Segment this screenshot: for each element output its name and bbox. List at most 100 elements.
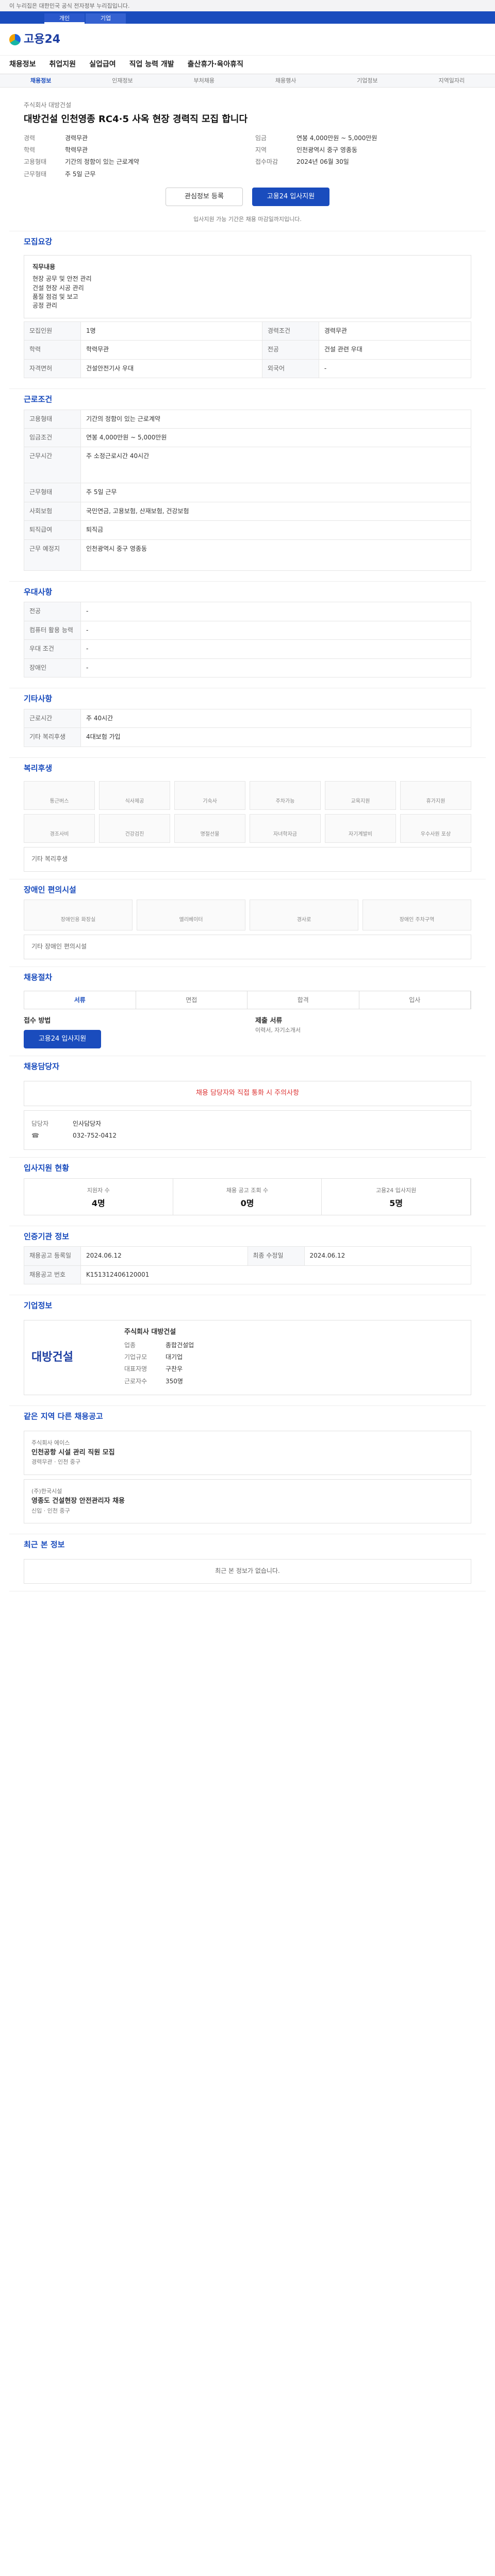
apply-button[interactable]: 고용24 입사지원 xyxy=(252,188,329,207)
site-logo[interactable]: 고용24 xyxy=(24,31,60,48)
table-row: 임금조건 연봉 4,000만원 ~ 5,000만원 xyxy=(24,428,471,448)
other-table: 근로시간 주 40시간 기타 복리후생 4대보험 가입 xyxy=(24,708,471,747)
info-table: 채용공고 등록일 2024.06.12 최종 수정일 2024.06.12 채용공고 … xyxy=(24,1246,471,1285)
similar-company: (주)한국시설 xyxy=(31,1488,62,1495)
value: 인천광역시 중구 영종동 xyxy=(296,146,358,154)
cell: 임금조건 xyxy=(24,428,81,448)
subnav-events[interactable]: 채용행사 xyxy=(275,77,296,85)
recent-section: 최근 본 정보 최근 본 정보가 없습니다. xyxy=(9,1534,486,1591)
doc-list: 이력서, 자기소개서 xyxy=(255,1027,301,1034)
table-row: 컴퓨터 활용 능력 - xyxy=(24,620,471,640)
contact-phone[interactable]: 032-752-0412 xyxy=(73,1131,117,1140)
stat-label: 고용24 입사지원 xyxy=(376,1187,417,1194)
phone-icon: ☎ xyxy=(31,1132,39,1140)
gnb-jobs[interactable]: 채용정보 xyxy=(9,59,36,70)
value: 연봉 4,000만원 ~ 5,000만원 xyxy=(296,134,377,142)
scrap-button[interactable]: 관심정보 등록 xyxy=(166,188,243,207)
table-row: 사회보험 국민연금, 고용보험, 산재보험, 건강보험 xyxy=(24,501,471,521)
cell: 장애인 xyxy=(24,658,81,677)
gnb-unemployment[interactable]: 실업급여 xyxy=(89,59,116,70)
tab-company[interactable]: 기업 xyxy=(86,13,126,24)
section-title: 입사지원 현황 xyxy=(24,1163,70,1173)
label: 직무내용 xyxy=(32,263,56,270)
table-row: 모집인원 1명 경력조건 경력무관 xyxy=(24,321,472,341)
list-item: 공정 관리 xyxy=(32,302,57,310)
subnav-region[interactable]: 지역일자리 xyxy=(438,77,465,85)
similar-job[interactable]: (주)한국시설 영종도 건설현장 안전관리자 채용 신입 · 인천 중구 xyxy=(24,1479,471,1524)
stat-item: 고용24 입사지원 5명 xyxy=(322,1178,471,1215)
info-section: 인증기관 정보 채용공고 등록일 2024.06.12 최종 수정일 2024.06.… xyxy=(9,1226,486,1296)
similar-title[interactable]: 영종도 건설현장 안전관리자 채용 xyxy=(31,1497,464,1506)
cell: 주 소정근로시간 40시간 xyxy=(80,447,471,484)
section-title: 채용절차 xyxy=(24,972,53,982)
gnb-leave[interactable]: 출산휴가·육아휴직 xyxy=(188,59,243,70)
subnav-jobs[interactable]: 채용정보 xyxy=(30,77,51,85)
job-title: 대방건설 인천영종 RC4·5 사옥 현장 경력직 모집 합니다 xyxy=(24,114,248,125)
cell: 건설안전기사 우대 xyxy=(80,359,262,378)
apply-note: 입사지원 가능 기간은 채용 마감일까지입니다. xyxy=(193,216,302,223)
company-logo: 대방건설 xyxy=(31,1351,73,1364)
similar-title[interactable]: 인천공항 시설 관리 직원 모집 xyxy=(31,1448,464,1458)
tab-individual[interactable]: 개인 xyxy=(44,13,85,24)
company-name[interactable]: 주식회사 대방건설 xyxy=(24,88,471,110)
company-section: 기업정보 대방건설 주식회사 대방건설 업종 종합건설업 기업규모 대기업 대표자명… xyxy=(9,1295,486,1406)
section-title: 채용담당자 xyxy=(24,1062,60,1072)
similar-job[interactable]: 주식회사 에이스 인천공항 시설 관리 직원 모집 경력무관 · 인천 중구 xyxy=(24,1430,471,1476)
gnb-training[interactable]: 직업 능력 개발 xyxy=(129,59,174,70)
cell: 2024.06.12 xyxy=(304,1246,471,1266)
cell: 4대보험 가입 xyxy=(80,727,471,747)
label: 업종 xyxy=(124,1341,136,1349)
similar-company: 주식회사 에이스 xyxy=(31,1439,70,1446)
gnb-employment-support[interactable]: 취업지원 xyxy=(50,59,76,70)
conditions-section: 근로조건 고용형태 기간의 정함이 있는 근로계약 임금조건 연봉 4,000만원 … xyxy=(9,389,486,582)
process-detail: 접수 방법 고용24 입사지원 제출 서류 이력서, 자기소개서 xyxy=(24,1009,471,1056)
value: 경력무관 xyxy=(65,134,88,142)
welfare-item: 통근버스 xyxy=(24,781,95,810)
table-row: 채용공고 등록일 2024.06.12 최종 수정일 2024.06.12 xyxy=(24,1246,471,1266)
cell: 1명 xyxy=(80,321,262,341)
value: 기간의 정함이 있는 근로계약 xyxy=(65,158,139,166)
similar-section: 같은 지역 다른 채용공고 주식회사 에이스 인천공항 시설 관리 직원 모집 … xyxy=(9,1406,486,1535)
label: 근로자수 xyxy=(124,1377,147,1385)
table-row: 근무 예정지 인천광역시 중구 영종동 xyxy=(24,539,471,571)
cell: 컴퓨터 활용 능력 xyxy=(24,620,81,640)
cell: 자격면허 xyxy=(24,359,81,378)
label: 고용형태 xyxy=(24,158,47,166)
facility-item: 장애인용 화장실 xyxy=(24,900,133,931)
subnav-company[interactable]: 기업정보 xyxy=(357,77,377,85)
section-title: 우대사항 xyxy=(24,587,53,597)
section-title: 근로조건 xyxy=(24,394,53,404)
cell: 학력무관 xyxy=(80,340,262,360)
value: 2024년 06월 30일 xyxy=(296,158,349,166)
table-row: 장애인 - xyxy=(24,658,471,677)
cell: K151312406120001 xyxy=(80,1265,471,1285)
welfare-grid: 통근버스 식사제공 기숙사 주차가능 교육지원 휴가지원 경조사비 건강검진 명… xyxy=(24,781,471,843)
label: 경력 xyxy=(24,134,36,142)
sub-nav: 채용정보 인재정보 부처채용 채용행사 기업정보 지역일자리 xyxy=(0,74,495,88)
job-header: 주식회사 대방건설 대방건설 인천영종 RC4·5 사옥 현장 경력직 모집 합… xyxy=(9,88,486,232)
welfare-item: 우수사원 포상 xyxy=(400,814,471,843)
cell: 근무시간 xyxy=(24,447,81,484)
global-nav: 채용정보 취업지원 실업급여 직업 능력 개발 출산휴가·육아휴직 xyxy=(0,56,495,74)
cell: 주 5일 근무 xyxy=(80,483,471,502)
contact-card: 담당자 인사담당자 ☎ 032-752-0412 xyxy=(24,1110,471,1150)
conditions-table: 고용형태 기간의 정함이 있는 근로계약 임금조건 연봉 4,000만원 ~ 5,0… xyxy=(24,409,471,571)
cell: 우대 조건 xyxy=(24,639,81,659)
section-title: 장애인 편의시설 xyxy=(24,885,76,894)
value: 구찬우 xyxy=(166,1365,183,1373)
process-apply-button[interactable]: 고용24 입사지원 xyxy=(24,1030,101,1049)
table-row: 고용형태 기간의 정함이 있는 근로계약 xyxy=(24,409,471,429)
table-row: 학력 학력무관 전공 건설 관련 우대 xyxy=(24,340,472,360)
cell: 주 40시간 xyxy=(80,708,471,728)
contact-warning: 채용 담당자와 직접 통화 시 주의사항 xyxy=(24,1081,471,1106)
subnav-ministry[interactable]: 부처채용 xyxy=(194,77,214,85)
subnav-talent[interactable]: 인재정보 xyxy=(112,77,133,85)
label: 접수 방법 xyxy=(24,1016,51,1025)
company-title[interactable]: 주식회사 대방건설 xyxy=(124,1328,464,1337)
step-docs: 서류 xyxy=(24,991,136,1009)
label: 대표자명 xyxy=(124,1365,147,1373)
label: 접수마감 xyxy=(255,158,278,166)
cell: - xyxy=(80,658,471,677)
table-row: 퇴직급여 퇴직금 xyxy=(24,520,471,540)
label: 제출 서류 xyxy=(255,1016,283,1025)
